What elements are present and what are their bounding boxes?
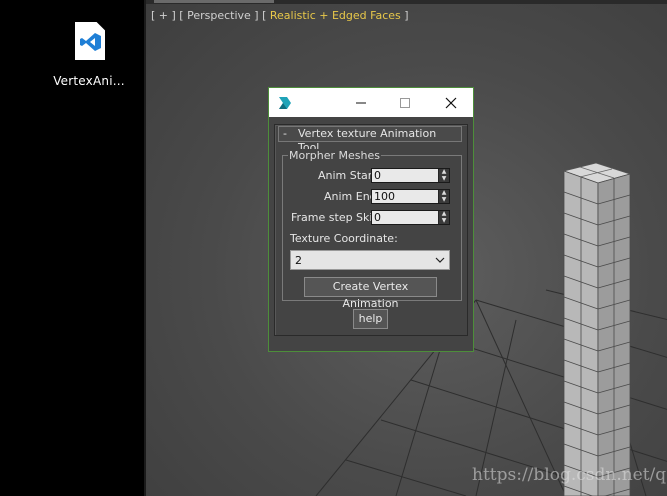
box-stack-model[interactable]	[562, 162, 632, 496]
chevron-down-icon	[435, 257, 445, 263]
minimize-icon	[356, 102, 366, 103]
help-button[interactable]: help	[353, 309, 388, 329]
desktop-file-item[interactable]: VertexAni...	[50, 22, 130, 88]
texture-coordinate-value: 2	[295, 254, 302, 267]
spinner-down-icon[interactable]: ▼	[442, 218, 447, 224]
minimize-button[interactable]	[339, 88, 383, 117]
desktop-file-label: VertexAni...	[53, 74, 125, 88]
frame-step-skip-spinner[interactable]: ▲▼	[371, 210, 450, 225]
anim-end-label: Anim End	[324, 190, 377, 203]
close-button[interactable]	[429, 88, 473, 117]
maximize-icon	[400, 97, 410, 108]
create-vertex-animation-button[interactable]: Create Vertex Animation	[304, 277, 437, 310]
spinner-arrows[interactable]: ▲ ▼	[439, 190, 449, 203]
visual-studio-code-file-icon	[75, 22, 105, 60]
anim-end-spinner[interactable]: ▲▼	[371, 189, 450, 204]
group-label: Morpher Meshes	[288, 149, 381, 162]
3ds-max-icon	[277, 95, 293, 111]
maximize-button[interactable]	[383, 88, 427, 117]
anim-start-label: Anim Start	[318, 169, 377, 182]
dialog-titlebar[interactable]	[269, 88, 473, 117]
vertex-animation-dialog[interactable]: - Vertex texture Animation Tool Morpher …	[268, 87, 474, 352]
spinner-arrows[interactable]: ▲ ▼	[439, 211, 449, 224]
anim-start-input[interactable]	[372, 169, 438, 182]
texture-coordinate-label: Texture Coordinate:	[290, 232, 398, 245]
frame-step-skip-label: Frame step Skip	[291, 211, 380, 224]
spinner-down-icon[interactable]: ▼	[442, 197, 447, 203]
anim-start-spinner[interactable]: ▲▼	[371, 168, 450, 183]
anim-end-input[interactable]	[372, 190, 438, 203]
rollout-header[interactable]: - Vertex texture Animation Tool	[278, 126, 462, 154]
desktop-area: VertexAni...	[0, 0, 144, 496]
texture-coordinate-dropdown[interactable]: 2	[290, 250, 450, 270]
spinner-down-icon[interactable]: ▼	[442, 176, 447, 182]
watermark-url: https://blog.csdn.net/qq_16756235	[472, 465, 667, 485]
close-icon	[445, 97, 457, 108]
spinner-arrows[interactable]: ▲ ▼	[439, 169, 449, 182]
rollout-collapse-toggle[interactable]: -	[283, 127, 287, 141]
frame-step-skip-input[interactable]	[372, 211, 438, 224]
